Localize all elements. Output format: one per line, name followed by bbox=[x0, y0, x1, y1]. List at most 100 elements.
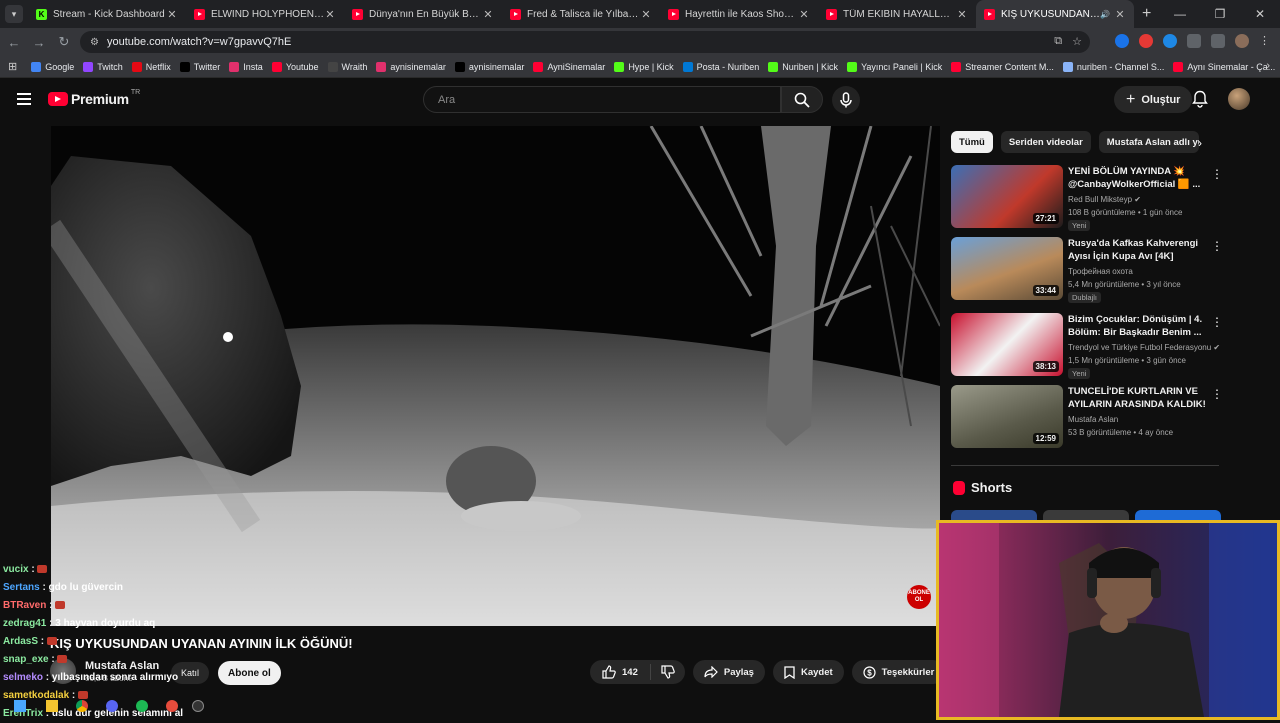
tab-search-icon[interactable]: ▾ bbox=[5, 5, 23, 23]
chat-username[interactable]: selmeko bbox=[3, 672, 43, 683]
save-button[interactable]: Kaydet bbox=[772, 660, 844, 684]
tab-close-icon[interactable]: ✕ bbox=[640, 8, 652, 21]
voice-search-button[interactable] bbox=[832, 86, 860, 114]
bookmark-item[interactable]: Posta - Nuriben bbox=[682, 61, 759, 72]
recommended-video[interactable]: 12:59 TUNCELİ'DE KURTLARIN VE AYILARIN AR… bbox=[951, 385, 1223, 449]
video-thumbnail[interactable]: 27:21 bbox=[951, 165, 1063, 228]
video-options-icon[interactable]: ⋮ bbox=[1211, 167, 1223, 181]
chips-next-icon[interactable]: › bbox=[1198, 136, 1202, 150]
speaker-icon[interactable]: 🔊 bbox=[1100, 10, 1110, 19]
file-explorer-icon[interactable] bbox=[46, 700, 58, 712]
close-window-icon[interactable]: ✕ bbox=[1240, 7, 1280, 21]
bookmark-item[interactable]: Insta bbox=[229, 61, 263, 72]
reload-icon[interactable]: ↻ bbox=[53, 34, 75, 50]
video-options-icon[interactable]: ⋮ bbox=[1211, 239, 1223, 253]
new-tab-button[interactable]: + bbox=[1142, 5, 1151, 23]
cast-icon[interactable]: ⧉ bbox=[1054, 35, 1062, 48]
youtube-premium-logo[interactable]: Premium TR bbox=[48, 89, 140, 107]
tab-close-icon[interactable]: ✕ bbox=[798, 8, 810, 21]
recommended-title[interactable]: Rusya'da Kafkas Kahverengi Ayısı İçin Ku… bbox=[1068, 237, 1208, 263]
bookmark-item[interactable]: Yayıncı Paneli | Kick bbox=[847, 61, 942, 72]
bookmark-item[interactable]: Youtube bbox=[271, 61, 319, 72]
bookmark-item[interactable]: aynisinemalar bbox=[454, 61, 524, 72]
bookmark-item[interactable]: Wraith bbox=[327, 61, 367, 72]
hamburger-menu-icon[interactable] bbox=[17, 93, 31, 105]
video-player[interactable] bbox=[51, 126, 940, 626]
media-icon[interactable] bbox=[1211, 34, 1225, 48]
discord-icon[interactable] bbox=[106, 700, 118, 712]
browser-tab[interactable]: Fred & Talisca ile Yılbaşı Kurabi✕ bbox=[502, 0, 660, 28]
chat-username[interactable]: zedrag41 bbox=[3, 618, 46, 629]
tab-close-icon[interactable]: ✕ bbox=[324, 8, 336, 21]
filter-chip[interactable]: Seriden videolar bbox=[1000, 131, 1091, 153]
back-icon[interactable]: ← bbox=[3, 35, 25, 50]
video-thumbnail[interactable]: 33:44 bbox=[951, 237, 1063, 300]
share-button[interactable]: Paylaş bbox=[692, 660, 765, 684]
menu-icon[interactable]: ⋮ bbox=[1259, 34, 1270, 48]
profile-icon[interactable] bbox=[1235, 34, 1249, 48]
recommended-channel[interactable]: Трофейная охота bbox=[1068, 267, 1133, 276]
bookmark-item[interactable]: Google bbox=[31, 61, 74, 72]
extension-icon[interactable] bbox=[1139, 34, 1153, 48]
tab-close-icon[interactable]: ✕ bbox=[956, 8, 968, 21]
bookmark-item[interactable]: Streamer Content M... bbox=[951, 61, 1054, 72]
bookmark-item[interactable]: Hype | Kick bbox=[614, 61, 674, 72]
dislike-button[interactable] bbox=[651, 665, 685, 679]
browser-tab[interactable]: TÜM EKİBİN HAYALLERİNİ GER✕ bbox=[818, 0, 976, 28]
tab-close-icon[interactable]: ✕ bbox=[166, 8, 178, 21]
bookmark-item[interactable]: nuriben - Channel S... bbox=[1062, 61, 1164, 72]
recommended-channel[interactable]: Red Bull Miksteyp ✔ bbox=[1068, 195, 1141, 204]
bookmark-item[interactable]: aynisinemalar bbox=[376, 61, 446, 72]
extension-icon[interactable] bbox=[1163, 34, 1177, 48]
chat-username[interactable]: BTRaven bbox=[3, 600, 46, 611]
filter-chip[interactable]: Tümü bbox=[951, 131, 993, 153]
apps-grid-icon[interactable]: ⊞ bbox=[8, 60, 17, 73]
obs-icon[interactable] bbox=[192, 700, 204, 712]
video-options-icon[interactable]: ⋮ bbox=[1211, 315, 1223, 329]
bookmark-item[interactable]: Twitter bbox=[179, 61, 220, 72]
recommended-video[interactable]: 27:21 YENİ BÖLÜM YAYINDA 💥 @CanbayWolkerO… bbox=[951, 165, 1223, 231]
chrome-icon[interactable] bbox=[76, 700, 88, 712]
recommended-title[interactable]: Bizim Çocuklar: Dönüşüm | 4. Bölüm: Bir … bbox=[1068, 313, 1208, 339]
bookmark-item[interactable]: Nuriben | Kick bbox=[768, 61, 838, 72]
chat-username[interactable]: ArdasS bbox=[3, 636, 38, 647]
chat-username[interactable]: vucix bbox=[3, 564, 29, 575]
recommended-title[interactable]: TUNCELİ'DE KURTLARIN VE AYILARIN ARASIND… bbox=[1068, 385, 1208, 411]
recommended-channel[interactable]: Mustafa Aslan bbox=[1068, 415, 1118, 424]
filter-chip[interactable]: Mustafa Aslan adlı yü bbox=[1098, 131, 1199, 153]
extension-icon[interactable] bbox=[1115, 34, 1129, 48]
bookmark-item[interactable]: Twitch bbox=[83, 61, 123, 72]
video-options-icon[interactable]: ⋮ bbox=[1211, 387, 1223, 401]
windows-start-icon[interactable] bbox=[14, 700, 26, 712]
browser-tab[interactable]: ELWIND HOLYPHOENIX'E TEK A✕ bbox=[186, 0, 344, 28]
site-info-icon[interactable]: ⚙ bbox=[90, 37, 99, 48]
maximize-icon[interactable]: ❐ bbox=[1200, 7, 1240, 21]
search-button[interactable] bbox=[781, 86, 823, 113]
spotify-icon[interactable] bbox=[136, 700, 148, 712]
video-thumbnail[interactable]: 12:59 bbox=[951, 385, 1063, 448]
tab-close-icon[interactable]: ✕ bbox=[482, 8, 494, 21]
create-button[interactable]: + Oluştur bbox=[1114, 86, 1193, 113]
bookmark-item[interactable]: Netflix bbox=[131, 61, 171, 72]
recommended-video[interactable]: 33:44 Rusya'da Kafkas Kahverengi Ayısı İç… bbox=[951, 237, 1223, 303]
browser-tab[interactable]: Hayrettin ile Kaos Show - 2.Sez✕ bbox=[660, 0, 818, 28]
omnibox[interactable]: ⚙ youtube.com/watch?v=w7gpavvQ7hE ⧉ ☆ bbox=[80, 31, 1090, 53]
bookmark-item[interactable]: Aynı Sinemalar - Ça... bbox=[1173, 61, 1275, 72]
account-avatar[interactable] bbox=[1228, 88, 1250, 110]
puzzle-icon[interactable] bbox=[1187, 34, 1201, 48]
notifications-button[interactable] bbox=[1192, 90, 1208, 113]
bookmark-item[interactable]: AyniSinemalar bbox=[533, 61, 605, 72]
more-bookmarks-icon[interactable]: › bbox=[1266, 60, 1270, 72]
recommended-channel[interactable]: Trendyol ve Türkiye Futbol Federasyonu ✔ bbox=[1068, 343, 1220, 352]
recommended-video[interactable]: 38:13 Bizim Çocuklar: Dönüşüm | 4. Bölüm:… bbox=[951, 313, 1223, 379]
subscribe-watermark-badge[interactable]: ABONE OL bbox=[907, 585, 931, 609]
app-icon[interactable] bbox=[166, 700, 178, 712]
chat-username[interactable]: Sertans bbox=[3, 582, 40, 593]
search-input[interactable]: Ara bbox=[423, 86, 781, 113]
minimize-icon[interactable]: — bbox=[1160, 7, 1200, 21]
forward-icon[interactable]: → bbox=[28, 35, 50, 50]
bookmark-star-icon[interactable]: ☆ bbox=[1072, 35, 1082, 48]
browser-tab[interactable]: K Stream - Kick Dashboard ✕ bbox=[28, 0, 186, 28]
browser-tab[interactable]: Dünya'nın En Büyük Balığı: Bal✕ bbox=[344, 0, 502, 28]
chat-username[interactable]: snap_exe bbox=[3, 654, 49, 665]
